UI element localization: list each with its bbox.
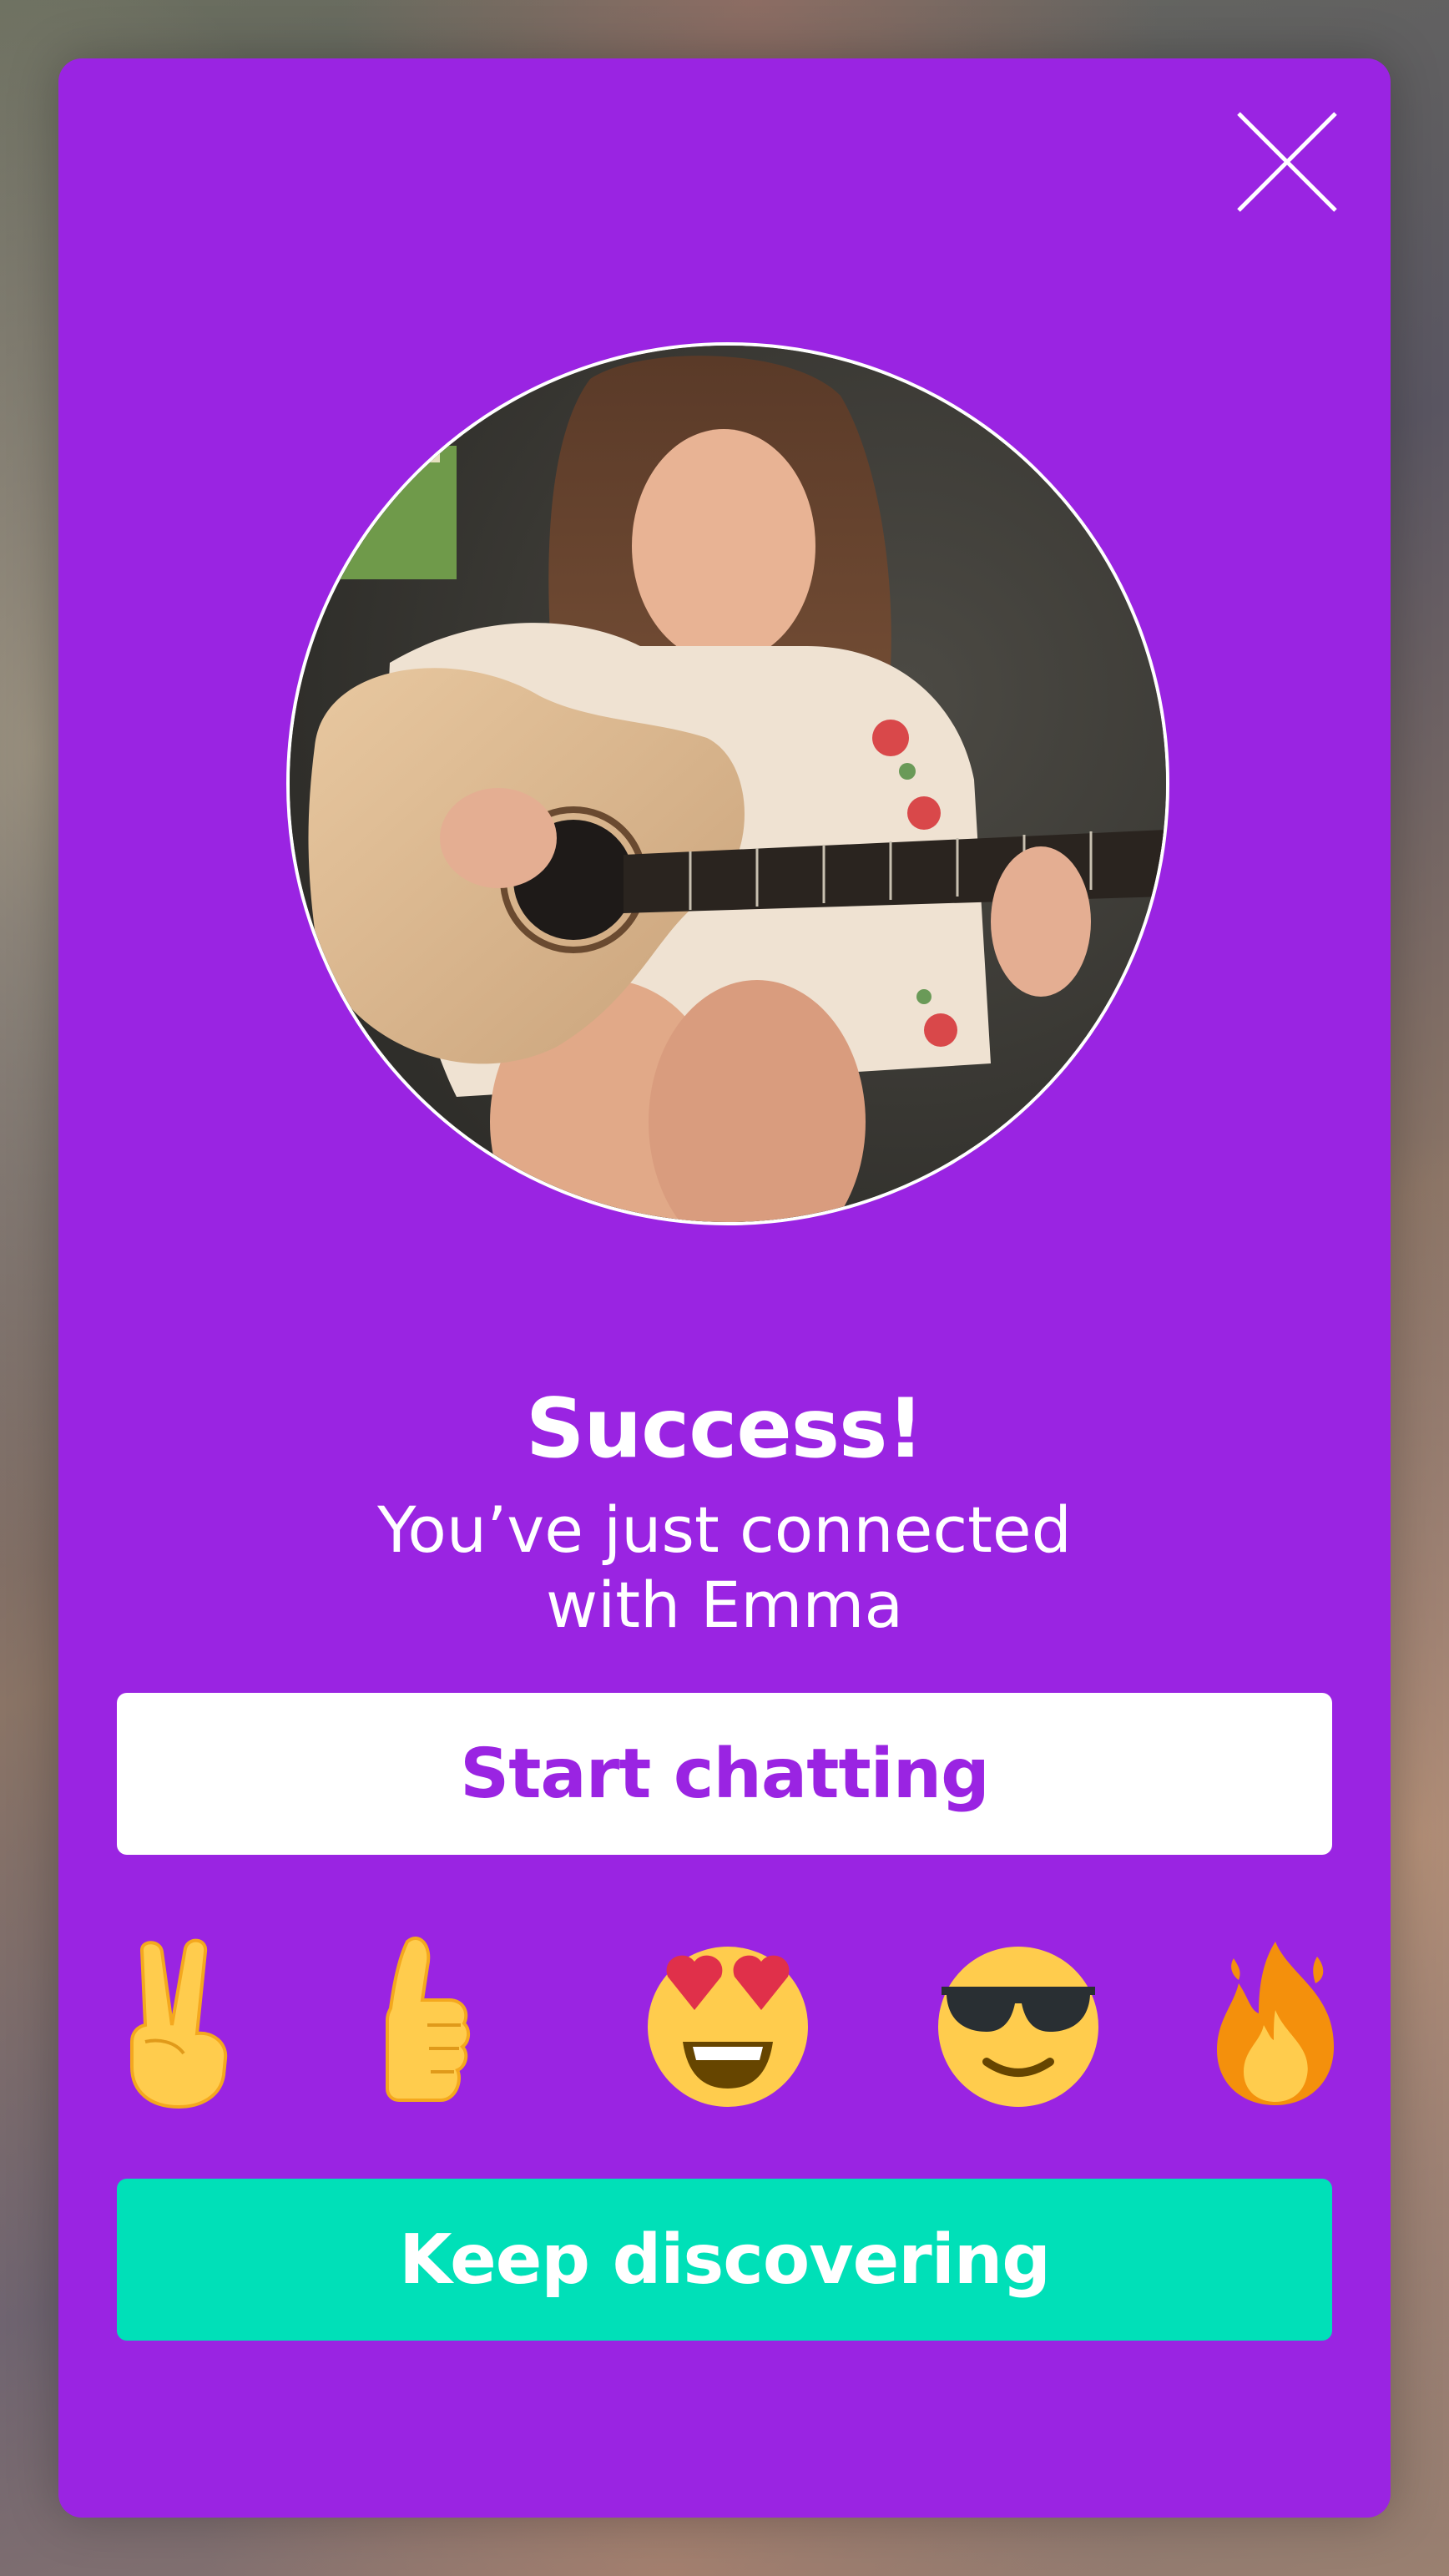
subtitle-line-2: with Emma: [545, 1568, 904, 1642]
thumbs-up-icon[interactable]: [357, 1933, 524, 2112]
heart-eyes-icon[interactable]: [644, 1933, 811, 2112]
keep-discovering-button[interactable]: Keep discovering: [117, 2179, 1332, 2341]
match-subtitle: You’ve just connected with Emma: [58, 1493, 1391, 1643]
fire-icon[interactable]: [1209, 1933, 1376, 2112]
reaction-row: [117, 1933, 1334, 2112]
victory-hand-icon[interactable]: [117, 1933, 284, 2112]
sunglasses-icon[interactable]: [935, 1933, 1102, 2112]
start-chatting-button[interactable]: Start chatting: [117, 1693, 1332, 1855]
close-icon: [1237, 112, 1337, 212]
match-dialog: Success! You’ve just connected with Emma…: [58, 58, 1391, 2518]
subtitle-line-1: You’ve just connected: [377, 1493, 1072, 1567]
profile-photo: [286, 342, 1169, 1225]
close-button[interactable]: [1235, 110, 1339, 214]
success-title: Success!: [525, 1381, 924, 1477]
